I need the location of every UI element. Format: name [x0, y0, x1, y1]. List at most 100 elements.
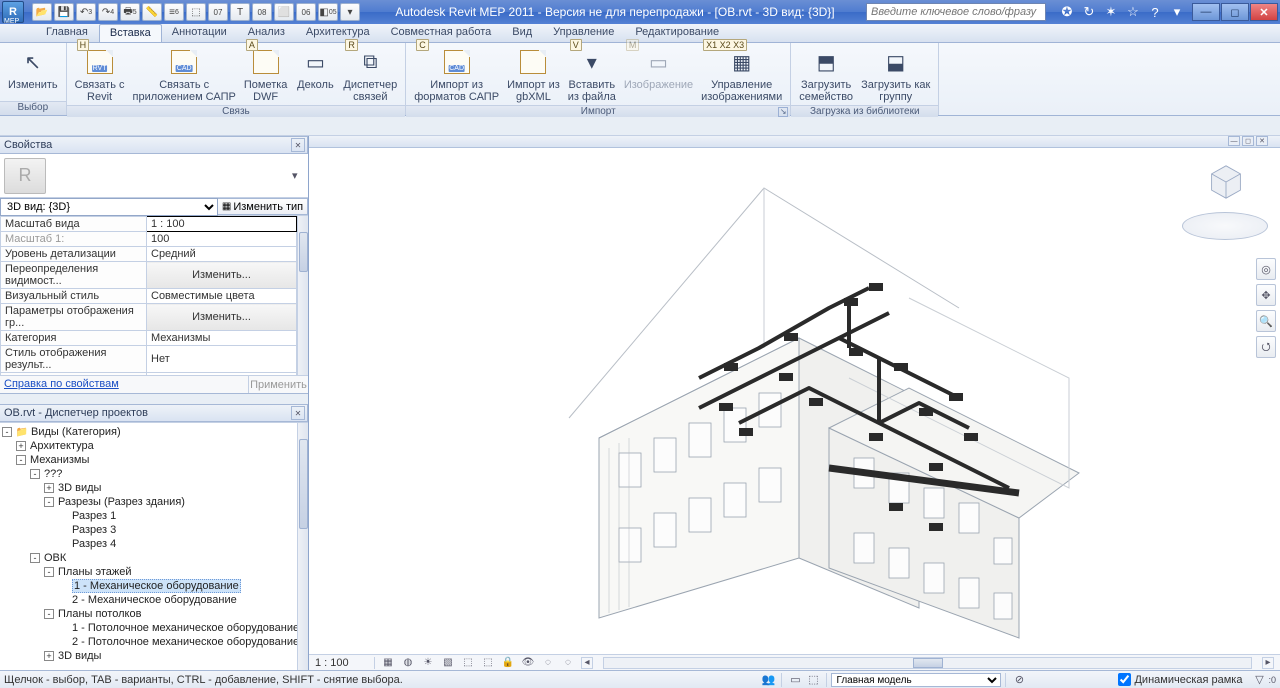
scroll-left-icon[interactable]: ◂	[581, 657, 593, 669]
modify-button[interactable]: ↖Изменить	[4, 45, 62, 93]
tree-node[interactable]: -Планы этажей	[0, 565, 308, 579]
link-cad-button[interactable]: CADСвязать с приложением САПР	[129, 45, 240, 105]
qat-07-icon[interactable]: 07	[208, 3, 228, 21]
tree-label[interactable]: Разрез 1	[72, 510, 116, 522]
view-cube[interactable]	[1182, 160, 1268, 246]
scroll-right-icon[interactable]: ▸	[1262, 657, 1274, 669]
tree-node[interactable]: 1 - Потолочное механическое оборудование	[0, 621, 308, 635]
tab-главная[interactable]: Главная	[36, 24, 99, 42]
instance-selector[interactable]: 3D вид: {3D}	[0, 198, 218, 216]
properties-scrollbar[interactable]	[297, 216, 308, 375]
tree-node[interactable]: -Разрезы (Разрез здания)	[0, 495, 308, 509]
property-value[interactable]: Механизмы	[147, 331, 297, 346]
tree-node[interactable]: -Механизмы	[0, 453, 308, 467]
design-options-dropdown[interactable]: Главная модель	[831, 673, 1001, 687]
infocenter-icon[interactable]: ✪	[1058, 4, 1076, 20]
qat-save-icon[interactable]: 💾	[54, 3, 74, 21]
tree-label[interactable]: Разрезы (Разрез здания)	[58, 496, 185, 508]
tab-совместная работа[interactable]: Совместная работа	[381, 24, 503, 42]
property-value[interactable]: 100	[147, 232, 297, 247]
tree-label[interactable]: 3D виды	[58, 482, 101, 494]
view-close-icon[interactable]: ✕	[1256, 136, 1268, 146]
tab-вид[interactable]: Вид	[502, 24, 543, 42]
qat-more-icon[interactable]: ▾	[340, 3, 360, 21]
editable-only-icon[interactable]: ▭	[786, 673, 804, 687]
filter-icon[interactable]: ▽	[1250, 673, 1268, 687]
tree-node[interactable]: 2 - Потолочное механическое оборудование	[0, 635, 308, 649]
property-value[interactable]: Изменить...	[147, 304, 297, 331]
tree-label[interactable]: Планы этажей	[58, 566, 132, 578]
tree-label[interactable]: Разрез 3	[72, 524, 116, 536]
nav-orbit-icon[interactable]: ⭯	[1256, 336, 1276, 358]
tree-toggle-icon[interactable]: -	[30, 553, 40, 563]
tree-label[interactable]: Разрез 4	[72, 538, 116, 550]
tree-toggle-icon[interactable]: -	[44, 567, 54, 577]
tree-toggle-icon[interactable]: -	[2, 427, 12, 437]
tree-label[interactable]: 1 - Потолочное механическое оборудование	[72, 622, 299, 634]
qat-06-icon[interactable]: 06	[296, 3, 316, 21]
tree-node[interactable]: Разрез 3	[0, 523, 308, 537]
qat-redo-icon[interactable]: ↷4	[98, 3, 118, 21]
tree-label[interactable]: 1 - Механическое оборудование	[72, 579, 241, 593]
tree-node[interactable]: Разрез 4	[0, 537, 308, 551]
worksets-icon[interactable]: 👥	[759, 673, 777, 687]
help-dropdown-icon[interactable]: ▾	[1168, 4, 1186, 20]
property-value[interactable]: 1 : 100	[147, 217, 297, 232]
qat-undo-icon[interactable]: ↶3	[76, 3, 96, 21]
manage-links-button[interactable]: ⧉Диспетчер связейR	[339, 45, 401, 105]
type-dropdown-icon[interactable]: ▾	[292, 169, 304, 182]
qat-text-icon[interactable]: T	[230, 3, 250, 21]
comm-icon[interactable]: ↻	[1080, 4, 1098, 20]
exclude-icon[interactable]: ⊘	[1010, 673, 1028, 687]
tree-node[interactable]: + Архитектура	[0, 439, 308, 453]
qat-08-icon[interactable]: 08	[252, 3, 272, 21]
temp-hide-icon[interactable]: 👁	[521, 656, 535, 670]
insert-file-button[interactable]: ▾Вставить из файлаV	[564, 45, 620, 105]
tree-label[interactable]: Планы потолков	[58, 608, 141, 620]
view-prop-icon[interactable]: ◌	[561, 656, 575, 670]
properties-help-link[interactable]: Справка по свойствам	[0, 376, 248, 393]
tab-управление[interactable]: Управление	[543, 24, 625, 42]
visual-style-icon[interactable]: ◍	[401, 656, 415, 670]
tree-label[interactable]: Виды (Категория)	[31, 426, 121, 438]
nav-wheel-icon[interactable]: ◎	[1256, 258, 1276, 280]
link-revit-button[interactable]: RVTСвязать с RevitH	[71, 45, 129, 105]
tree-node[interactable]: 1 - Механическое оборудование	[0, 579, 308, 593]
tree-label[interactable]: ???	[44, 468, 62, 480]
close-button[interactable]: ✕	[1250, 3, 1278, 21]
load-group-button[interactable]: ⬓Загрузить как группу	[857, 45, 934, 105]
property-value[interactable]: Нет	[147, 346, 297, 373]
tree-toggle-icon[interactable]: -	[30, 469, 40, 479]
tree-toggle-icon[interactable]: -	[44, 609, 54, 619]
crop-show-icon[interactable]: ⬚	[481, 656, 495, 670]
property-value[interactable]	[147, 373, 297, 376]
decal-button[interactable]: ▭Деколь	[291, 45, 339, 93]
tab-архитектура[interactable]: Архитектура	[296, 24, 381, 42]
tree-toggle-icon[interactable]: +	[44, 651, 54, 661]
maximize-button[interactable]: ◻	[1221, 3, 1249, 21]
tree-node[interactable]: +3D виды	[0, 481, 308, 495]
view-max-icon[interactable]: ◻	[1242, 136, 1254, 146]
reveal-icon[interactable]: ◌	[541, 656, 555, 670]
sunpath-icon[interactable]: ☀	[421, 656, 435, 670]
panel-launcher-icon[interactable]: ↘	[778, 107, 788, 117]
project-browser-close-icon[interactable]: ✕	[291, 406, 305, 420]
design-options-icon[interactable]: ⬚	[804, 673, 822, 687]
press-drag-checkbox[interactable]: Динамическая рамка	[1118, 673, 1242, 686]
apply-button[interactable]: Применить	[248, 376, 308, 393]
tree-toggle-icon[interactable]: -	[16, 455, 26, 465]
qat-open-icon[interactable]: 📂	[32, 3, 52, 21]
property-value[interactable]: Совместимые цвета	[147, 289, 297, 304]
tree-node[interactable]: -ОВК	[0, 551, 308, 565]
tab-аннотации[interactable]: Аннотации	[162, 24, 238, 42]
qat-3d-icon[interactable]: ⬜	[274, 3, 294, 21]
view-canvas[interactable]: ◎ ✥ 🔍 ⭯	[309, 148, 1280, 654]
qat-measure-icon[interactable]: 📏	[142, 3, 162, 21]
nav-pan-icon[interactable]: ✥	[1256, 284, 1276, 306]
qat-section-icon[interactable]: ◧05	[318, 3, 338, 21]
tree-label[interactable]: Архитектура	[30, 440, 94, 452]
load-family-button[interactable]: ⬒Загрузить семейство	[795, 45, 857, 105]
tree-toggle-icon[interactable]: +	[16, 441, 26, 451]
tree-node[interactable]: +3D виды	[0, 649, 308, 663]
manage-images-button[interactable]: ▦Управление изображениямиX1 X2 X3	[697, 45, 786, 105]
